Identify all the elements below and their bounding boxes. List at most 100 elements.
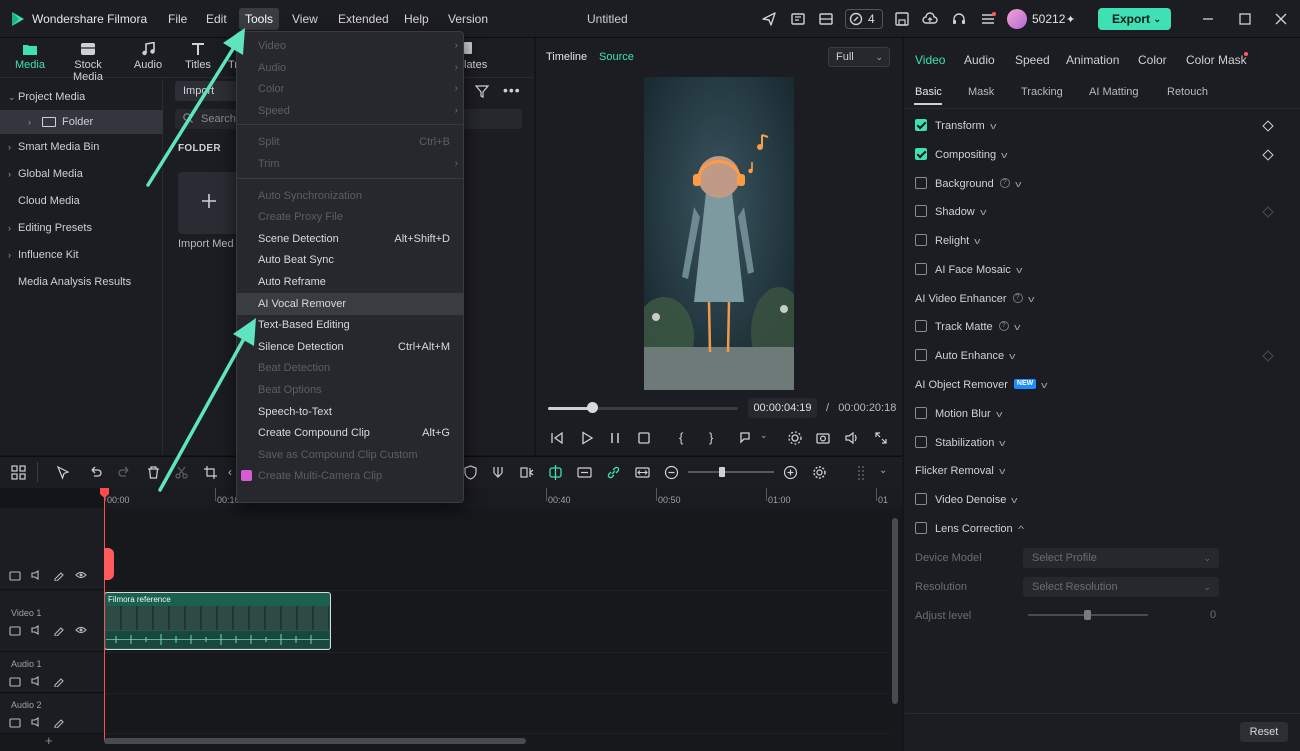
lock-edit-icon[interactable] xyxy=(53,675,65,687)
speaker-icon[interactable] xyxy=(31,716,43,728)
tab-audio-props[interactable]: Audio xyxy=(964,53,995,67)
menu-tools[interactable]: Tools xyxy=(239,8,280,30)
undo-icon[interactable] xyxy=(88,465,103,480)
lock-edit-icon[interactable] xyxy=(53,624,65,636)
adjust-level-handle[interactable] xyxy=(1084,610,1091,620)
menu-help[interactable]: Help xyxy=(398,8,435,30)
property-video-denoise[interactable]: Video Denoise v xyxy=(915,490,1018,510)
menu-item-create-compound-clip[interactable]: Create Compound Clip Alt+G xyxy=(236,422,464,444)
tab-animation[interactable]: Animation xyxy=(1066,53,1119,67)
property-ai-video-enhancer[interactable]: AI Video Enhancer? v xyxy=(915,289,1034,309)
horizontal-scrollbar[interactable] xyxy=(104,738,526,744)
tab-color-mask[interactable]: Color Mask xyxy=(1186,53,1247,67)
menu-extended[interactable]: Extended xyxy=(332,8,395,30)
help-icon[interactable]: ? xyxy=(998,321,1009,332)
quality-select[interactable]: Full ⌄ xyxy=(828,47,890,67)
fullscreen-icon[interactable] xyxy=(873,430,889,446)
send-icon[interactable] xyxy=(760,10,778,28)
tab-media[interactable]: Media xyxy=(0,42,60,71)
speaker-icon[interactable] xyxy=(31,624,43,636)
save-icon[interactable] xyxy=(893,10,911,28)
sidebar-item-folder[interactable]: › Folder xyxy=(0,110,163,134)
eye-icon[interactable] xyxy=(75,624,87,636)
pause-icon[interactable] xyxy=(607,430,623,446)
property-lens-correction[interactable]: Lens Correction ^ xyxy=(915,519,1024,539)
playhead-marker[interactable] xyxy=(104,548,114,580)
avatar[interactable] xyxy=(1007,9,1027,29)
mark-in-icon[interactable]: { xyxy=(679,430,695,446)
track-matte-checkbox[interactable] xyxy=(915,320,927,333)
zoom-slider[interactable] xyxy=(688,471,774,473)
motion-blur-checkbox[interactable] xyxy=(915,407,927,420)
folder-lock-icon[interactable] xyxy=(9,675,21,687)
eye-icon[interactable] xyxy=(75,569,87,581)
more-options-icon[interactable]: ••• xyxy=(503,83,520,99)
tab-templates-partial[interactable]: lates xyxy=(464,59,487,71)
track-lane-audio-1[interactable] xyxy=(104,653,889,694)
relight-checkbox[interactable] xyxy=(915,234,927,247)
tab-color[interactable]: Color xyxy=(1138,53,1167,67)
split-clip-icon[interactable] xyxy=(520,465,535,480)
stabilization-checkbox[interactable] xyxy=(915,436,927,449)
vertical-scrollbar[interactable] xyxy=(892,518,898,704)
menu-file[interactable]: File xyxy=(162,8,193,30)
delete-trash-icon[interactable] xyxy=(146,465,161,480)
property-transform[interactable]: Transform v xyxy=(915,116,996,136)
property-compositing[interactable]: Compositing v xyxy=(915,145,1008,165)
subtab-tracking[interactable]: Tracking xyxy=(1021,86,1063,98)
speaker-icon[interactable] xyxy=(31,569,43,581)
news-icon[interactable] xyxy=(789,10,807,28)
menu-edit[interactable]: Edit xyxy=(200,8,233,30)
property-motion-blur[interactable]: Motion Blur v xyxy=(915,404,1002,424)
property-auto-enhance[interactable]: Auto Enhance v xyxy=(915,346,1016,366)
shadow-checkbox[interactable] xyxy=(915,205,927,218)
tab-timeline[interactable]: Timeline xyxy=(546,51,587,63)
property-stabilization[interactable]: Stabilization v xyxy=(915,433,1006,453)
lens-correction-checkbox[interactable] xyxy=(915,522,927,535)
menu-version[interactable]: Version xyxy=(442,8,494,30)
subtab-basic[interactable]: Basic xyxy=(915,86,942,98)
close-icon[interactable] xyxy=(1272,10,1290,28)
property-shadow[interactable]: Shadow v xyxy=(915,202,986,222)
sidebar-item-editing-presets[interactable]: › Editing Presets xyxy=(0,216,163,240)
subtab-retouch[interactable]: Retouch xyxy=(1167,86,1208,98)
filter-icon[interactable] xyxy=(474,83,490,99)
compositing-checkbox[interactable] xyxy=(915,148,927,161)
minimize-icon[interactable] xyxy=(1199,10,1217,28)
reset-button[interactable]: Reset xyxy=(1240,722,1288,742)
chevron-down-icon[interactable]: ⌄ xyxy=(760,430,776,446)
folder-lock-icon[interactable] xyxy=(9,716,21,728)
menu-item-scene-detection[interactable]: Scene Detection Alt+Shift+D xyxy=(236,228,464,250)
subtab-mask[interactable]: Mask xyxy=(968,86,994,98)
video-clip[interactable]: Filmora reference xyxy=(104,592,331,650)
tab-titles[interactable]: Titles xyxy=(168,42,228,71)
volume-icon[interactable] xyxy=(844,430,860,446)
snap-magnet-icon[interactable] xyxy=(548,465,563,480)
redo-icon[interactable] xyxy=(117,465,132,480)
auto-enhance-checkbox[interactable] xyxy=(915,349,927,362)
menu-item-ai-vocal-remover[interactable]: AI Vocal Remover xyxy=(236,292,464,315)
shield-icon[interactable] xyxy=(463,465,478,480)
property-ai-face-mosaic[interactable]: AI Face Mosaic v xyxy=(915,260,1022,280)
sidebar-item-media-analysis[interactable]: Media Analysis Results xyxy=(0,270,163,294)
track-lane-top[interactable] xyxy=(104,560,889,591)
mark-out-icon[interactable]: } xyxy=(709,430,725,446)
menu-item-text-based-editing[interactable]: Text-Based Editing xyxy=(236,314,464,336)
property-ai-object-remover[interactable]: AI Object Remover NEW v xyxy=(915,375,1048,395)
track-lane-audio-2[interactable] xyxy=(104,694,889,734)
resolution-select[interactable]: Select Resolution ⌄ xyxy=(1023,577,1219,597)
background-checkbox[interactable] xyxy=(915,177,927,190)
export-button[interactable]: Export ⌄ xyxy=(1098,8,1171,30)
zoom-slider-handle[interactable] xyxy=(719,467,725,477)
import-button[interactable]: Import xyxy=(175,81,237,101)
cut-scissors-icon[interactable] xyxy=(174,465,189,480)
menu-item-speech-to-text[interactable]: Speech-to-Text xyxy=(236,401,464,423)
property-background[interactable]: Background? v xyxy=(915,174,1021,194)
cloud-upload-icon[interactable] xyxy=(921,10,939,28)
lock-edit-icon[interactable] xyxy=(53,716,65,728)
snapshot-camera-icon[interactable] xyxy=(815,430,831,446)
folder-lock-icon[interactable] xyxy=(9,569,21,581)
marker-icon[interactable] xyxy=(738,430,754,446)
play-icon[interactable] xyxy=(579,430,595,446)
support-headset-icon[interactable] xyxy=(950,10,968,28)
